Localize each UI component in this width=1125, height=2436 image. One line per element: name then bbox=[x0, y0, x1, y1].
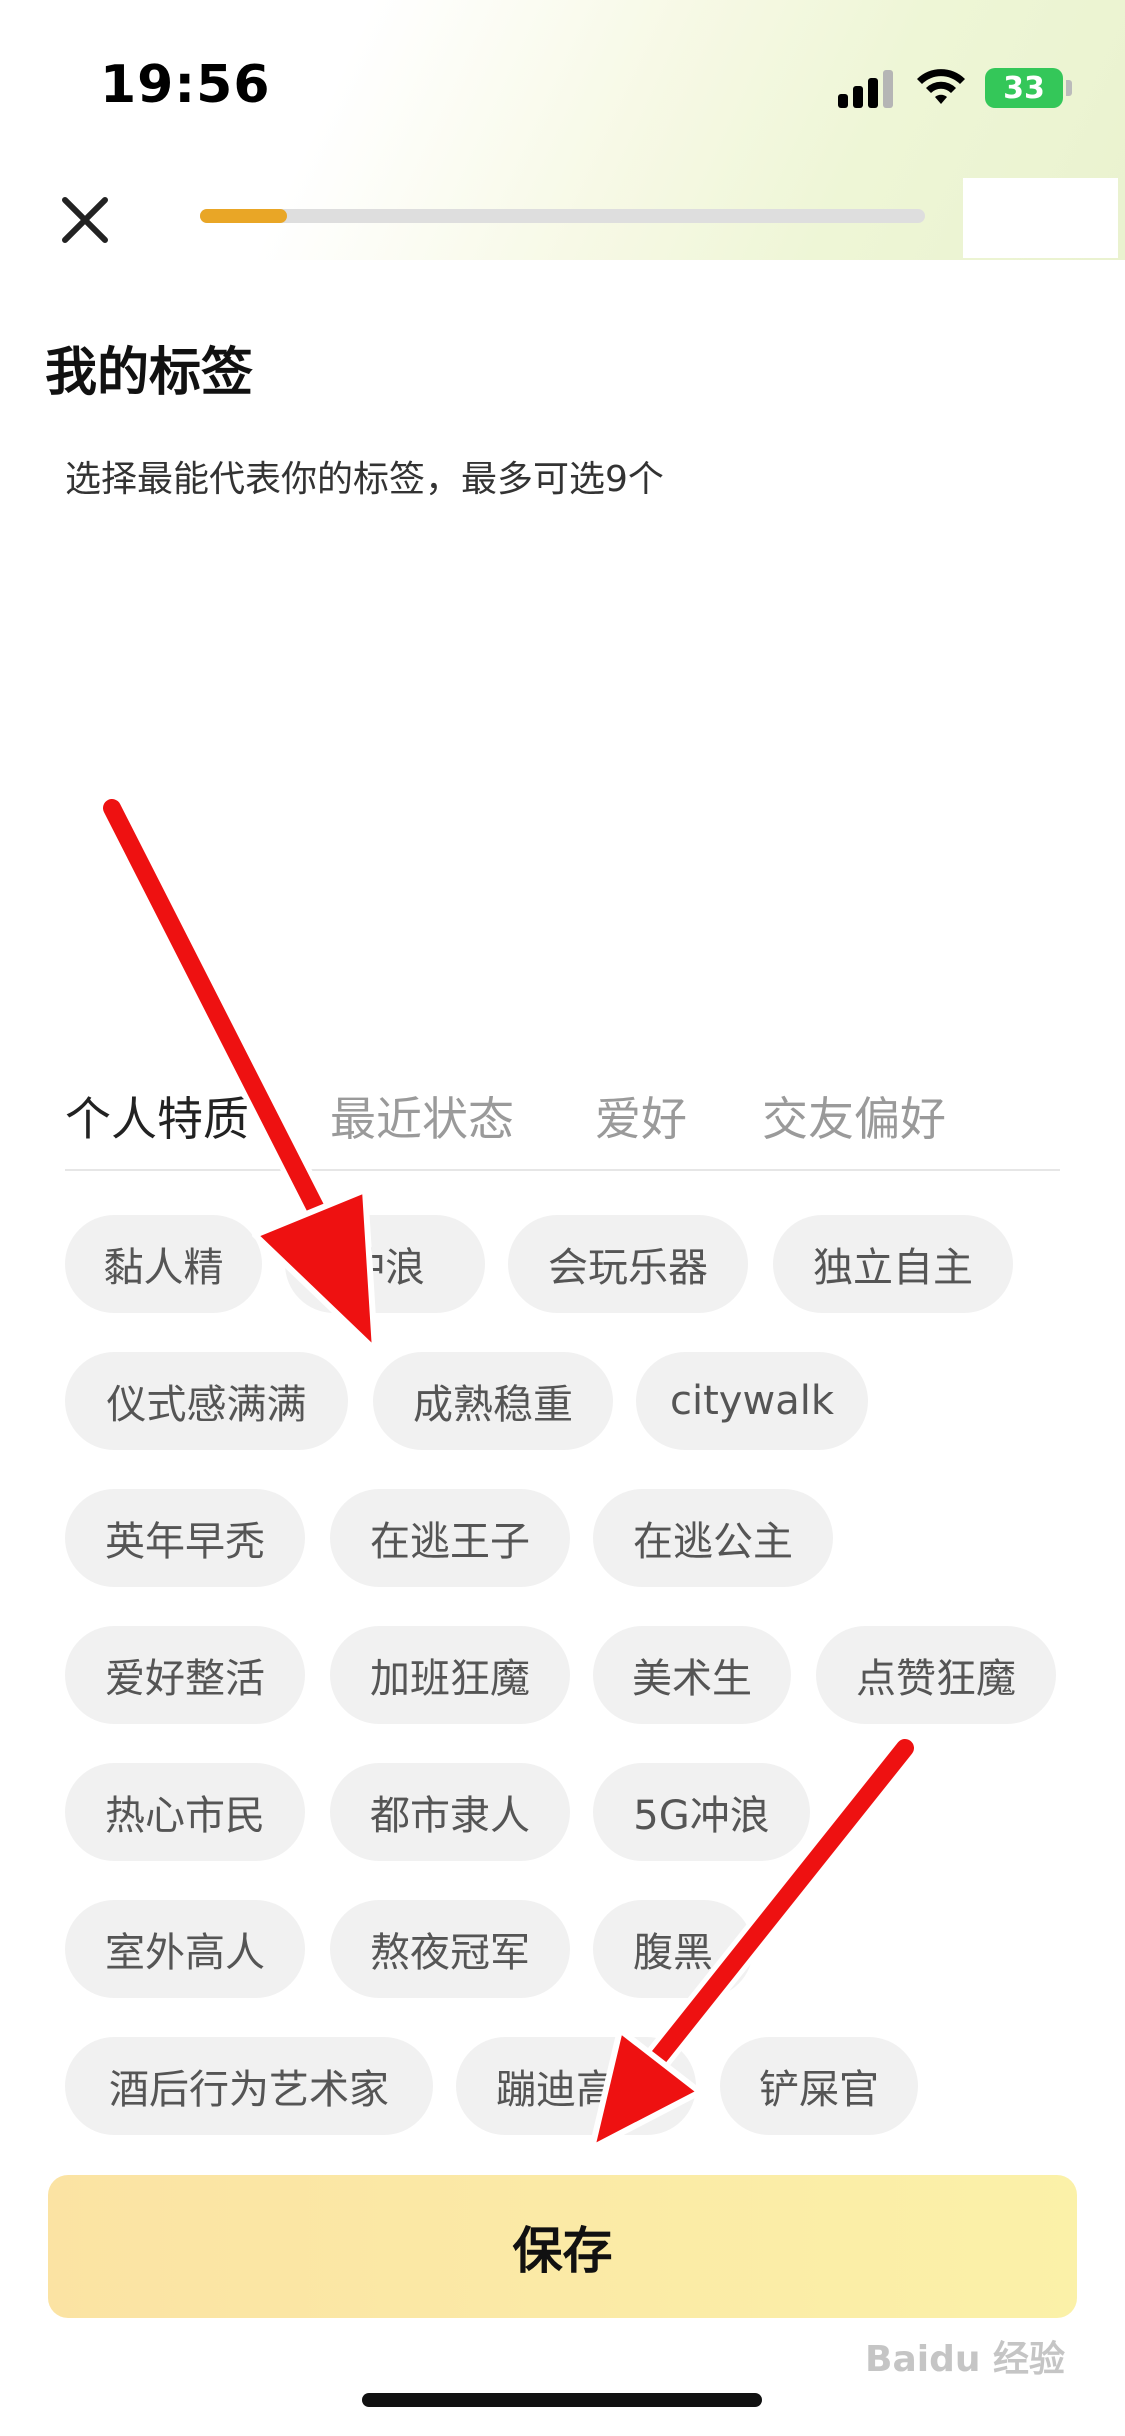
tag-item[interactable]: 美术生 bbox=[593, 1626, 791, 1724]
page-subtitle: 选择最能代表你的标签，最多可选9个 bbox=[65, 459, 664, 500]
status-time: 19:56 bbox=[100, 55, 271, 115]
tag-item[interactable]: 腹黑 bbox=[593, 1900, 753, 1998]
tab-hobbies[interactable]: 爱好 bbox=[595, 1083, 687, 1149]
tag-item[interactable]: 爱好整活 bbox=[65, 1626, 305, 1724]
tag-item[interactable]: 仪式感满满 bbox=[65, 1352, 348, 1450]
tag-item[interactable]: 会玩乐器 bbox=[508, 1215, 748, 1313]
tag-item[interactable]: 酒后行为艺术家 bbox=[65, 2037, 433, 2135]
tag-item[interactable]: 5G冲浪 bbox=[593, 1763, 810, 1861]
tag-item[interactable]: citywalk bbox=[636, 1352, 868, 1450]
tag-item[interactable]: 成熟稳重 bbox=[373, 1352, 613, 1450]
watermark: Baidu 经验 bbox=[865, 2339, 1066, 2380]
skip-button-area[interactable] bbox=[963, 178, 1118, 258]
tag-item[interactable]: 熬夜冠军 bbox=[330, 1900, 570, 1998]
tag-item[interactable]: 热心市民 bbox=[65, 1763, 305, 1861]
tag-item[interactable]: 蹦迪高手 bbox=[456, 2037, 696, 2135]
close-icon[interactable] bbox=[55, 190, 115, 250]
tag-item[interactable]: 铲屎官 bbox=[720, 2037, 918, 2135]
category-tabs: 个人特质 最近状态 爱好 交友偏好 bbox=[65, 1075, 1060, 1171]
tag-item[interactable]: 都市隶人 bbox=[330, 1763, 570, 1861]
tag-item[interactable]: 黏人精 bbox=[65, 1215, 262, 1313]
home-indicator bbox=[362, 2393, 762, 2407]
progress-bar bbox=[200, 209, 925, 223]
save-button[interactable]: 保存 bbox=[48, 2175, 1077, 2318]
tag-item[interactable]: 在逃王子 bbox=[330, 1489, 570, 1587]
tab-personal-traits[interactable]: 个人特质 bbox=[65, 1083, 249, 1149]
battery-cap bbox=[1066, 80, 1072, 96]
tag-item[interactable]: 独立自主 bbox=[773, 1215, 1013, 1313]
tag-item[interactable]: 加班狂魔 bbox=[330, 1626, 570, 1724]
tab-dating-preferences[interactable]: 交友偏好 bbox=[762, 1083, 946, 1149]
progress-fill bbox=[200, 209, 287, 223]
cellular-signal-icon bbox=[838, 68, 898, 108]
page-title: 我的标签 bbox=[45, 343, 254, 403]
tag-item[interactable]: 英年早秃 bbox=[65, 1489, 305, 1587]
tag-item[interactable]: 冲浪 bbox=[285, 1215, 485, 1313]
status-bar: 19:56 33 bbox=[0, 0, 1125, 170]
tag-item[interactable]: 室外高人 bbox=[65, 1900, 305, 1998]
tab-recent-status[interactable]: 最近状态 bbox=[330, 1083, 514, 1149]
tag-item[interactable]: 在逃公主 bbox=[593, 1489, 833, 1587]
tag-item[interactable]: 点赞狂魔 bbox=[816, 1626, 1056, 1724]
wifi-icon bbox=[917, 69, 965, 104]
battery-icon: 33 bbox=[985, 68, 1063, 108]
